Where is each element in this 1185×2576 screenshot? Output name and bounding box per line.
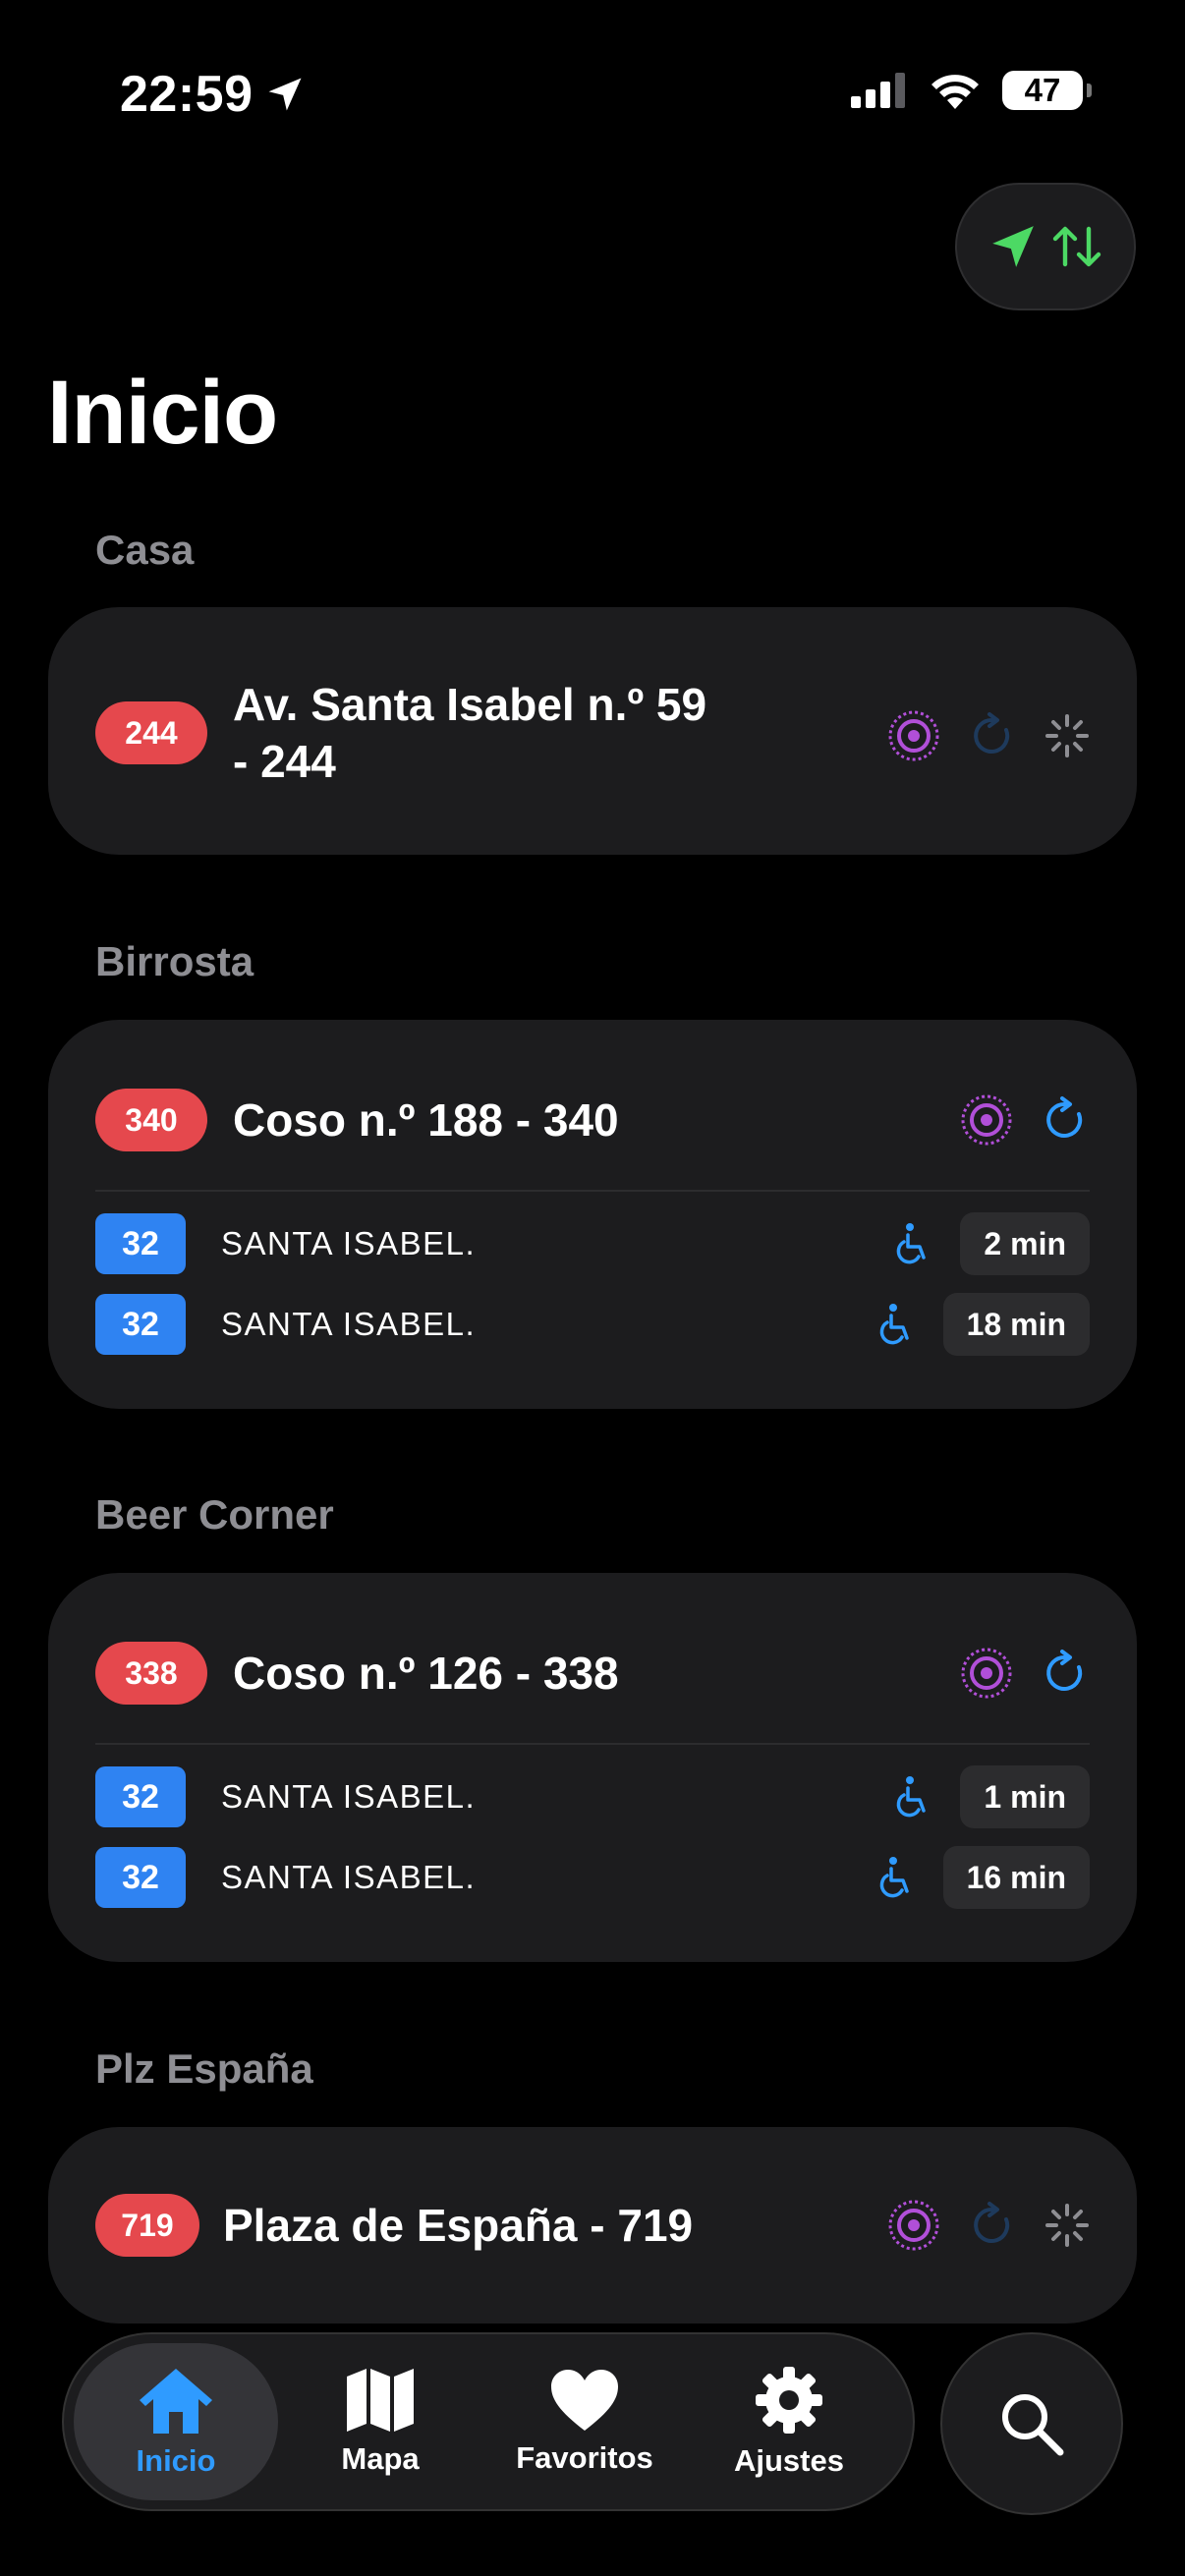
eta-badge: 16 min: [942, 1846, 1090, 1909]
stop-card[interactable]: 719 Plaza de España - 719: [48, 2127, 1137, 2324]
tab-label: Mapa: [341, 2441, 420, 2476]
loading-spinner-icon: [1045, 2204, 1089, 2247]
stop-number-badge: 244: [95, 701, 207, 764]
arrival-row[interactable]: 32 SANTA ISABEL. 2 min: [95, 1212, 1090, 1275]
location-arrow-icon: [992, 226, 1034, 267]
eta-badge: 2 min: [960, 1212, 1090, 1275]
wheelchair-icon: [897, 1223, 927, 1264]
destination: SANTA ISABEL.: [221, 1778, 477, 1815]
refresh-icon[interactable]: [968, 2201, 1017, 2250]
tab-label: Favoritos: [516, 2440, 653, 2475]
cellular-signal-icon: [851, 73, 905, 108]
location-arrow-icon: [268, 78, 301, 111]
eta-badge: 18 min: [942, 1293, 1090, 1356]
status-indicators: 47: [851, 71, 1092, 110]
tab-ajustes[interactable]: Ajustes: [687, 2343, 891, 2500]
live-tracking-icon[interactable]: [887, 709, 940, 762]
stop-name: Coso n.º 126 - 338: [233, 1648, 619, 1699]
divider: [95, 1190, 1090, 1192]
sort-arrows-icon: [1052, 226, 1101, 267]
stop-card[interactable]: 244 Av. Santa Isabel n.º 59 - 244: [48, 607, 1137, 855]
stop-actions: [960, 1093, 1090, 1147]
line-badge: 32: [95, 1294, 186, 1355]
gear-icon: [756, 2367, 822, 2434]
stop-card[interactable]: 338 Coso n.º 126 - 338 32 SANTA ISABEL. …: [48, 1573, 1137, 1962]
arrival-row[interactable]: 32 SANTA ISABEL. 1 min: [95, 1765, 1090, 1828]
destination: SANTA ISABEL.: [221, 1859, 477, 1895]
refresh-icon[interactable]: [968, 711, 1017, 760]
destination: SANTA ISABEL.: [221, 1306, 477, 1342]
arrival-info: 18 min: [876, 1293, 1090, 1356]
stop-name: Plaza de España - 719: [223, 2200, 694, 2251]
section-label: Birrosta: [95, 938, 254, 984]
tab-mapa[interactable]: Mapa: [278, 2343, 482, 2500]
line-badge: 32: [95, 1766, 186, 1827]
refresh-icon[interactable]: [1041, 1649, 1090, 1698]
stop-header: 338 Coso n.º 126 - 338: [95, 1642, 1090, 1705]
stop-actions: [960, 1647, 1090, 1700]
wheelchair-icon: [897, 1776, 927, 1818]
refresh-icon[interactable]: [1041, 1095, 1090, 1145]
page-title: Inicio: [47, 363, 278, 463]
destination: SANTA ISABEL.: [221, 1225, 477, 1261]
stop-number-badge: 338: [95, 1642, 207, 1705]
divider: [95, 1743, 1090, 1745]
battery-indicator: 47: [1002, 71, 1092, 110]
status-time: 22:59: [120, 65, 307, 124]
wheelchair-icon: [879, 1304, 909, 1345]
search-icon: [1002, 2394, 1064, 2456]
tab-label: Ajustes: [734, 2443, 844, 2478]
stop-number-badge: 719: [95, 2194, 199, 2257]
stop-card[interactable]: 340 Coso n.º 188 - 340 32 SANTA ISABEL. …: [48, 1020, 1137, 1409]
live-tracking-icon[interactable]: [887, 2199, 940, 2252]
stop-actions: [887, 2199, 1090, 2252]
stop-actions: [887, 709, 1090, 762]
map-icon: [347, 2369, 414, 2432]
status-time-text: 22:59: [120, 66, 254, 123]
arrival-row[interactable]: 32 SANTA ISABEL. 16 min: [95, 1846, 1090, 1909]
status-bar: 22:59 47: [0, 0, 1185, 187]
live-tracking-icon[interactable]: [960, 1093, 1013, 1147]
wheelchair-icon: [879, 1857, 909, 1898]
stop-name-line: - 244: [233, 736, 336, 787]
line-badge: 32: [95, 1213, 186, 1274]
arrival-info: 16 min: [876, 1846, 1090, 1909]
tab-label: Inicio: [136, 2443, 216, 2478]
stop-header: 244 Av. Santa Isabel n.º 59 - 244: [95, 679, 1090, 787]
arrival-info: 2 min: [893, 1212, 1090, 1275]
nearby-location-button[interactable]: [955, 183, 1136, 310]
section-label: Beer Corner: [95, 1491, 334, 1538]
search-button[interactable]: [940, 2332, 1123, 2515]
loading-spinner-icon: [1045, 714, 1089, 757]
eta-badge: 1 min: [960, 1765, 1090, 1828]
house-icon: [140, 2369, 212, 2434]
stop-number-badge: 340: [95, 1089, 207, 1151]
wifi-icon: [931, 75, 979, 109]
stop-header: 719 Plaza de España - 719: [95, 2194, 1090, 2257]
stop-header: 340 Coso n.º 188 - 340: [95, 1089, 1090, 1151]
tab-bar: Inicio Mapa Favoritos Ajustes: [62, 2332, 915, 2511]
stop-name: Av. Santa Isabel n.º 59 - 244: [233, 676, 706, 790]
line-badge: 32: [95, 1847, 186, 1908]
heart-icon: [551, 2370, 618, 2431]
live-tracking-icon[interactable]: [960, 1647, 1013, 1700]
stop-name-line: Av. Santa Isabel n.º 59: [233, 679, 707, 730]
arrival-row[interactable]: 32 SANTA ISABEL. 18 min: [95, 1293, 1090, 1356]
arrival-info: 1 min: [893, 1765, 1090, 1828]
stop-name: Coso n.º 188 - 340: [233, 1094, 619, 1146]
tab-favoritos[interactable]: Favoritos: [482, 2343, 687, 2500]
tab-inicio[interactable]: Inicio: [74, 2343, 278, 2500]
section-label: Casa: [95, 527, 195, 573]
section-label: Plz España: [95, 2045, 313, 2092]
